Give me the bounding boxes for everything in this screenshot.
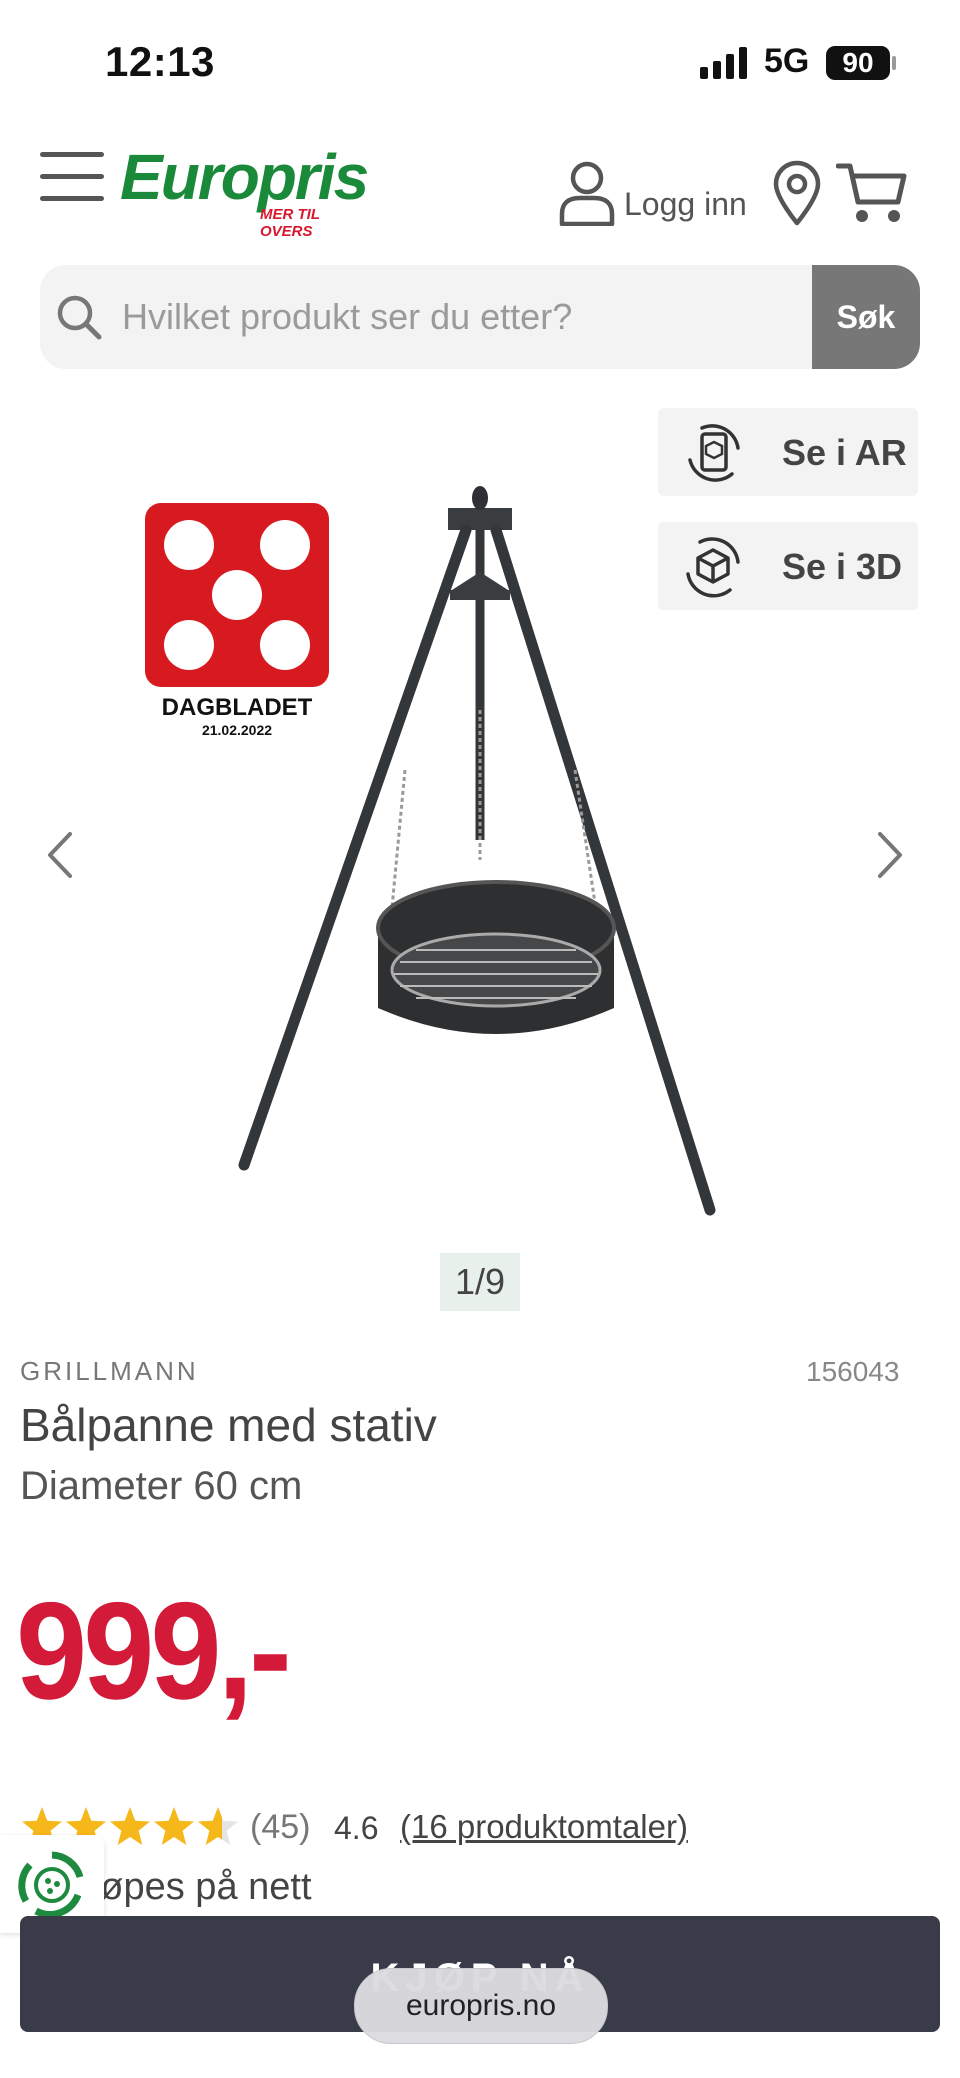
product-title: Bålpanne med stativ <box>20 1399 437 1451</box>
star-icon <box>198 1807 238 1845</box>
search-input[interactable] <box>122 290 802 344</box>
chevron-left-icon[interactable] <box>44 830 74 880</box>
logo-wordmark: Europris <box>120 141 369 213</box>
rating-value: 4.6 <box>334 1810 379 1846</box>
ar-icon <box>688 424 740 482</box>
search-button[interactable]: Søk <box>812 265 920 369</box>
cube-3d-icon <box>686 537 740 598</box>
status-time: 12:13 <box>105 38 215 85</box>
product-brand[interactable]: GRILLMANN <box>20 1356 199 1387</box>
chevron-right-icon[interactable] <box>876 830 906 880</box>
europris-logo[interactable]: Europris MER TIL OVERS <box>120 140 370 240</box>
star-icon <box>110 1807 150 1845</box>
battery-icon: 90 <box>826 46 890 80</box>
menu-icon-bar <box>40 152 104 157</box>
login-link[interactable]: Logg inn <box>624 186 747 223</box>
view-in-3d-button[interactable]: Se i 3D <box>658 522 918 610</box>
3d-label: Se i 3D <box>782 546 903 587</box>
cart-icon[interactable] <box>836 160 908 226</box>
product-subtitle: Diameter 60 cm <box>20 1464 303 1508</box>
ar-label: Se i AR <box>782 432 907 473</box>
menu-button[interactable] <box>40 152 104 202</box>
network-type: 5G <box>764 42 810 80</box>
star-icon <box>154 1807 194 1845</box>
product-sku: 156043 <box>806 1356 900 1387</box>
user-icon[interactable] <box>558 160 616 226</box>
menu-icon-bar <box>40 196 104 201</box>
reviews-link[interactable]: (16 produktomtaler) <box>400 1808 688 1846</box>
logo-tagline: MER TIL OVERS <box>260 206 320 240</box>
browser-url-bar[interactable]: europris.no <box>354 1968 608 2044</box>
location-pin-icon[interactable] <box>772 160 822 226</box>
recycle-icon <box>18 1851 84 1918</box>
menu-icon-bar <box>40 174 104 179</box>
image-counter: 1/9 <box>440 1253 520 1311</box>
rating-count: (45) <box>250 1808 311 1846</box>
view-in-ar-button[interactable]: Se i AR <box>658 408 918 496</box>
battery-tip <box>892 56 896 70</box>
product-price: 999,- <box>16 1574 292 1729</box>
signal-icon <box>700 47 747 79</box>
search-icon <box>57 295 102 340</box>
